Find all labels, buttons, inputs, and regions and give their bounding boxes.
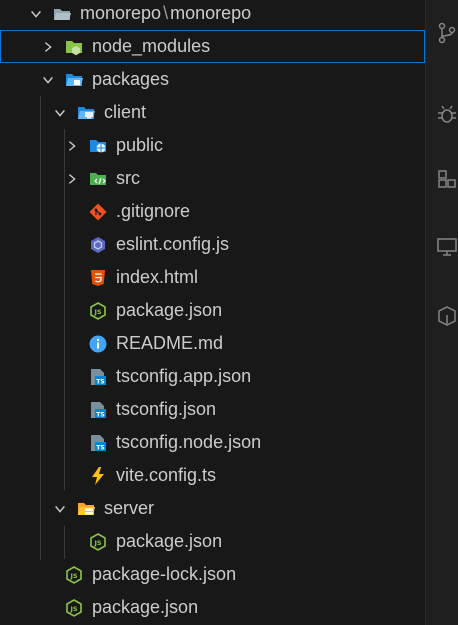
remote-icon[interactable] [436, 236, 458, 258]
ts-config-icon: TS [88, 367, 108, 387]
tree-item-package-lock[interactable]: JS package-lock.json [0, 558, 425, 591]
svg-text:TS: TS [96, 411, 104, 418]
svg-text:JS: JS [93, 539, 101, 547]
item-label: tsconfig.app.json [116, 366, 252, 386]
item-label: packages [92, 69, 170, 89]
html-icon [88, 268, 108, 288]
js-json-icon: JS [64, 598, 84, 618]
svg-text:TS: TS [96, 378, 104, 385]
chevron-down-icon[interactable] [38, 70, 58, 90]
item-label: node_modules [92, 36, 211, 56]
tree-item-server[interactable]: server [0, 492, 425, 525]
tree-item-index-html[interactable]: index.html [0, 261, 425, 294]
git-icon [88, 202, 108, 222]
tree-item-eslint-config[interactable]: eslint.config.js [0, 228, 425, 261]
item-label: package-lock.json [92, 564, 237, 584]
chevron-right-icon[interactable] [62, 136, 82, 156]
node-folder-icon [64, 37, 84, 57]
tree-item-packages[interactable]: packages [0, 63, 425, 96]
svg-text:JS: JS [69, 572, 77, 580]
root-sub-label: monorepo [170, 3, 252, 23]
tree-root[interactable]: monorepo \ monorepo [0, 0, 425, 30]
tree-item-gitignore[interactable]: .gitignore [0, 195, 425, 228]
item-label: public [116, 135, 164, 155]
info-icon [88, 334, 108, 354]
item-label: package.json [116, 300, 223, 320]
tree-item-package-json[interactable]: JS package.json [0, 591, 425, 624]
tree-item-tsconfig[interactable]: TS tsconfig.json [0, 393, 425, 426]
eslint-icon [88, 235, 108, 255]
ts-config-icon: TS [88, 400, 108, 420]
chevron-down-icon[interactable] [50, 499, 70, 519]
item-label: .gitignore [116, 201, 191, 221]
tree-item-src[interactable]: src [0, 162, 425, 195]
item-label: vite.config.ts [116, 465, 217, 485]
chevron-right-icon[interactable] [62, 169, 82, 189]
public-folder-icon [88, 136, 108, 156]
tree-item-tsconfig-app[interactable]: TS tsconfig.app.json [0, 360, 425, 393]
chevron-down-icon[interactable] [50, 103, 70, 123]
src-folder-icon [88, 169, 108, 189]
tree-item-node-modules[interactable]: node_modules [0, 30, 425, 63]
activity-bar [425, 0, 458, 625]
item-label: src [116, 168, 140, 188]
tree-item-readme[interactable]: README.md [0, 327, 425, 360]
svg-text:TS: TS [96, 444, 104, 451]
item-label: tsconfig.json [116, 399, 217, 419]
item-label: README.md [116, 333, 224, 353]
path-separator: \ [163, 3, 169, 23]
item-label: server [104, 498, 155, 518]
tree-item-client[interactable]: client [0, 96, 425, 129]
packages-folder-icon [64, 70, 84, 90]
svg-text:JS: JS [93, 308, 101, 316]
explorer-panel: monorepo \ monorepo node_modules package… [0, 0, 425, 625]
server-folder-icon [76, 499, 96, 519]
ts-config-icon: TS [88, 433, 108, 453]
debug-icon[interactable] [436, 103, 458, 125]
item-label: eslint.config.js [116, 234, 230, 254]
testing-icon[interactable] [436, 305, 458, 327]
client-folder-icon [76, 103, 96, 123]
source-control-icon[interactable] [436, 22, 458, 44]
tree-item-package-json[interactable]: JS package.json [0, 294, 425, 327]
item-label: package.json [116, 531, 223, 551]
tree-item-public[interactable]: public [0, 129, 425, 162]
chevron-right-icon[interactable] [38, 37, 58, 57]
tree-item-tsconfig-node[interactable]: TS tsconfig.node.json [0, 426, 425, 459]
svg-text:JS: JS [69, 605, 77, 613]
js-json-icon: JS [64, 565, 84, 585]
item-label: package.json [92, 597, 199, 617]
item-label: client [104, 102, 147, 122]
extensions-icon[interactable] [436, 168, 458, 190]
js-json-icon: JS [88, 532, 108, 552]
tree-item-package-json[interactable]: JS package.json [0, 525, 425, 558]
chevron-down-icon[interactable] [26, 4, 46, 24]
item-label: index.html [116, 267, 199, 287]
tree-item-vite-config[interactable]: vite.config.ts [0, 459, 425, 492]
js-json-icon: JS [88, 301, 108, 321]
root-label: monorepo [80, 3, 162, 23]
item-label: tsconfig.node.json [116, 432, 262, 452]
folder-open-icon [52, 4, 72, 24]
vite-icon [88, 466, 108, 486]
